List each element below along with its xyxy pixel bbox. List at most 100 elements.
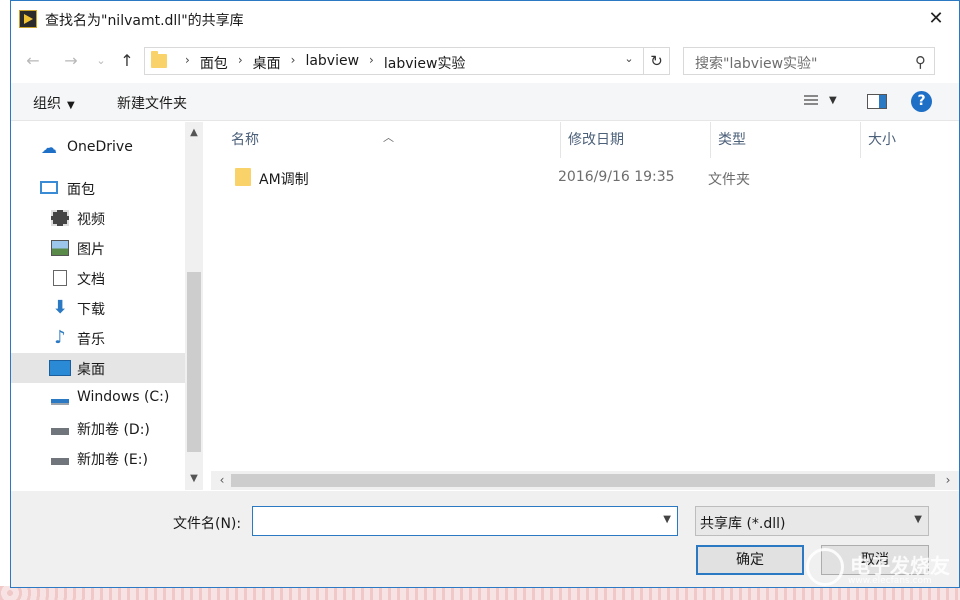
file-list: 名称 ︿ 修改日期 类型 大小 AM调制 2016/9/16 19:35 文件夹 <box>211 122 959 490</box>
column-header-size[interactable]: 大小 <box>861 122 959 158</box>
address-bar[interactable]: › 面包 › 桌面 › labview › labview实验 ⌄ ↻ <box>144 47 670 75</box>
download-icon: ⬇ <box>52 297 68 318</box>
breadcrumb-item[interactable]: 桌面 <box>253 53 281 73</box>
help-icon[interactable]: ? <box>911 91 932 112</box>
folder-icon <box>151 51 167 68</box>
filename-label: 文件名(N): <box>173 516 242 532</box>
scrollbar-thumb[interactable] <box>187 272 201 452</box>
view-options-icon[interactable] <box>798 93 818 109</box>
up-button[interactable]: ↑ <box>115 49 139 73</box>
watermark-url: www.elecfans.com <box>848 576 932 586</box>
filename-field[interactable]: ▼ <box>252 506 678 536</box>
scroll-right-icon[interactable]: › <box>939 471 957 490</box>
search-icon[interactable]: ⚲ <box>915 53 926 71</box>
forward-button[interactable]: → <box>59 49 83 73</box>
file-dialog: 查找名为"nilvamt.dll"的共享库 ✕ ← → ⌄ ↑ › 面包 › 桌… <box>10 0 960 588</box>
scroll-left-icon[interactable]: ‹ <box>213 471 231 490</box>
address-dropdown-icon[interactable]: ⌄ <box>619 52 639 65</box>
command-bar: 组织 ▼ 新建文件夹 ▼ ? <box>11 83 959 121</box>
file-date: 2016/9/16 19:35 <box>558 169 675 185</box>
search-input[interactable]: 搜索"labview实验" ⚲ <box>683 47 935 75</box>
breadcrumb-separator: › <box>290 53 296 67</box>
nav-item-label: OneDrive <box>67 139 133 155</box>
watermark: 电子发烧友 www.elecfans.com <box>806 548 956 588</box>
scrollbar-thumb[interactable] <box>231 474 935 487</box>
address-row: ← → ⌄ ↑ › 面包 › 桌面 › labview › labview实验 … <box>11 45 959 77</box>
nav-item-label: 视频 <box>77 212 105 228</box>
nav-item-label: 新加卷 (E:) <box>77 452 148 468</box>
scroll-down-icon[interactable]: ▼ <box>185 470 203 488</box>
file-name: AM调制 <box>259 172 309 188</box>
back-button[interactable]: ← <box>21 49 45 73</box>
drive-icon <box>51 399 69 405</box>
breadcrumb-separator: › <box>185 53 190 67</box>
computer-icon <box>40 181 58 194</box>
nav-item-label: 新加卷 (D:) <box>77 422 150 438</box>
cloud-icon: ☁ <box>41 138 57 157</box>
chevron-down-icon: ▼ <box>67 100 75 111</box>
chevron-down-icon[interactable]: ▼ <box>914 514 922 525</box>
desktop-icon <box>49 360 71 376</box>
file-type-select[interactable]: 共享库 (*.dll) ▼ <box>695 506 929 536</box>
nav-item-drive-c[interactable]: Windows (C:) <box>11 383 185 413</box>
chevron-down-icon[interactable]: ▼ <box>663 514 671 525</box>
drive-icon <box>51 428 69 435</box>
picture-icon <box>51 240 69 256</box>
chevron-down-icon[interactable]: ▼ <box>829 95 837 106</box>
column-header-name[interactable]: 名称 ︿ <box>211 122 561 158</box>
breadcrumb: › 面包 › 桌面 › labview › labview实验 <box>175 53 465 73</box>
nav-item-drive-e[interactable]: 新加卷 (E:) <box>11 443 185 473</box>
music-icon: ♪ <box>54 327 66 348</box>
file-type-value: 共享库 (*.dll) <box>700 516 786 532</box>
organize-label: 组织 <box>33 96 61 112</box>
watermark-text: 电子发烧友 <box>850 554 950 578</box>
nav-item-documents[interactable]: 文档 <box>11 263 185 293</box>
breadcrumb-separator: › <box>237 53 243 67</box>
title-bar: 查找名为"nilvamt.dll"的共享库 ✕ <box>11 1 959 37</box>
folder-icon <box>235 168 251 186</box>
nav-item-drive-d[interactable]: 新加卷 (D:) <box>11 413 185 443</box>
nav-item-pictures[interactable]: 图片 <box>11 233 185 263</box>
nav-item-label: 下载 <box>77 302 105 318</box>
nav-item-label: 音乐 <box>77 332 105 348</box>
drive-icon <box>51 458 69 465</box>
labview-app-icon <box>19 10 37 28</box>
document-icon <box>53 270 67 286</box>
horizontal-scrollbar[interactable]: ‹ › <box>211 471 959 490</box>
breadcrumb-item[interactable]: labview实验 <box>384 53 466 73</box>
nav-item-label: 图片 <box>77 242 105 258</box>
close-button[interactable]: ✕ <box>913 1 959 37</box>
nav-item-videos[interactable]: 视频 <box>11 203 185 233</box>
breadcrumb-item[interactable]: labview <box>305 53 359 73</box>
sort-ascending-icon: ︿ <box>383 131 394 144</box>
preview-pane-icon[interactable] <box>867 94 887 109</box>
column-header-label: 名称 <box>231 132 259 148</box>
nav-item-this-pc[interactable]: 面包 <box>11 173 185 203</box>
nav-item-downloads[interactable]: ⬇ 下载 <box>11 293 185 323</box>
nav-item-label: 面包 <box>67 182 95 198</box>
table-row[interactable]: AM调制 2016/9/16 19:35 文件夹 <box>211 162 959 194</box>
column-header-date[interactable]: 修改日期 <box>561 122 711 158</box>
nav-item-label: 文档 <box>77 272 105 288</box>
watermark-logo-icon <box>806 548 844 586</box>
new-folder-button[interactable]: 新建文件夹 <box>117 93 187 113</box>
nav-item-music[interactable]: ♪ 音乐 <box>11 323 185 353</box>
video-icon <box>51 210 69 226</box>
nav-item-onedrive[interactable]: ☁ OneDrive <box>11 133 185 163</box>
background-desktop-strip <box>0 586 960 600</box>
search-placeholder: 搜索"labview实验" <box>695 56 818 72</box>
column-header-type[interactable]: 类型 <box>711 122 861 158</box>
ok-button[interactable]: 确定 <box>696 545 804 575</box>
navigation-pane: ☁ OneDrive 面包 视频 图片 文档 ⬇ 下载 ♪ 音乐 桌面 Wind… <box>11 122 203 490</box>
nav-item-label: 桌面 <box>77 362 105 378</box>
breadcrumb-item[interactable]: 面包 <box>200 53 228 73</box>
breadcrumb-separator: › <box>369 53 374 67</box>
refresh-button[interactable]: ↻ <box>643 48 669 74</box>
scroll-up-icon[interactable]: ▲ <box>185 124 203 142</box>
nav-item-label: Windows (C:) <box>77 389 170 405</box>
file-type: 文件夹 <box>708 172 750 188</box>
nav-item-desktop[interactable]: 桌面 <box>11 353 185 383</box>
organize-menu[interactable]: 组织 ▼ <box>33 93 75 113</box>
recent-locations-icon[interactable]: ⌄ <box>89 49 113 73</box>
navigation-scrollbar[interactable]: ▲ ▼ <box>185 122 203 490</box>
